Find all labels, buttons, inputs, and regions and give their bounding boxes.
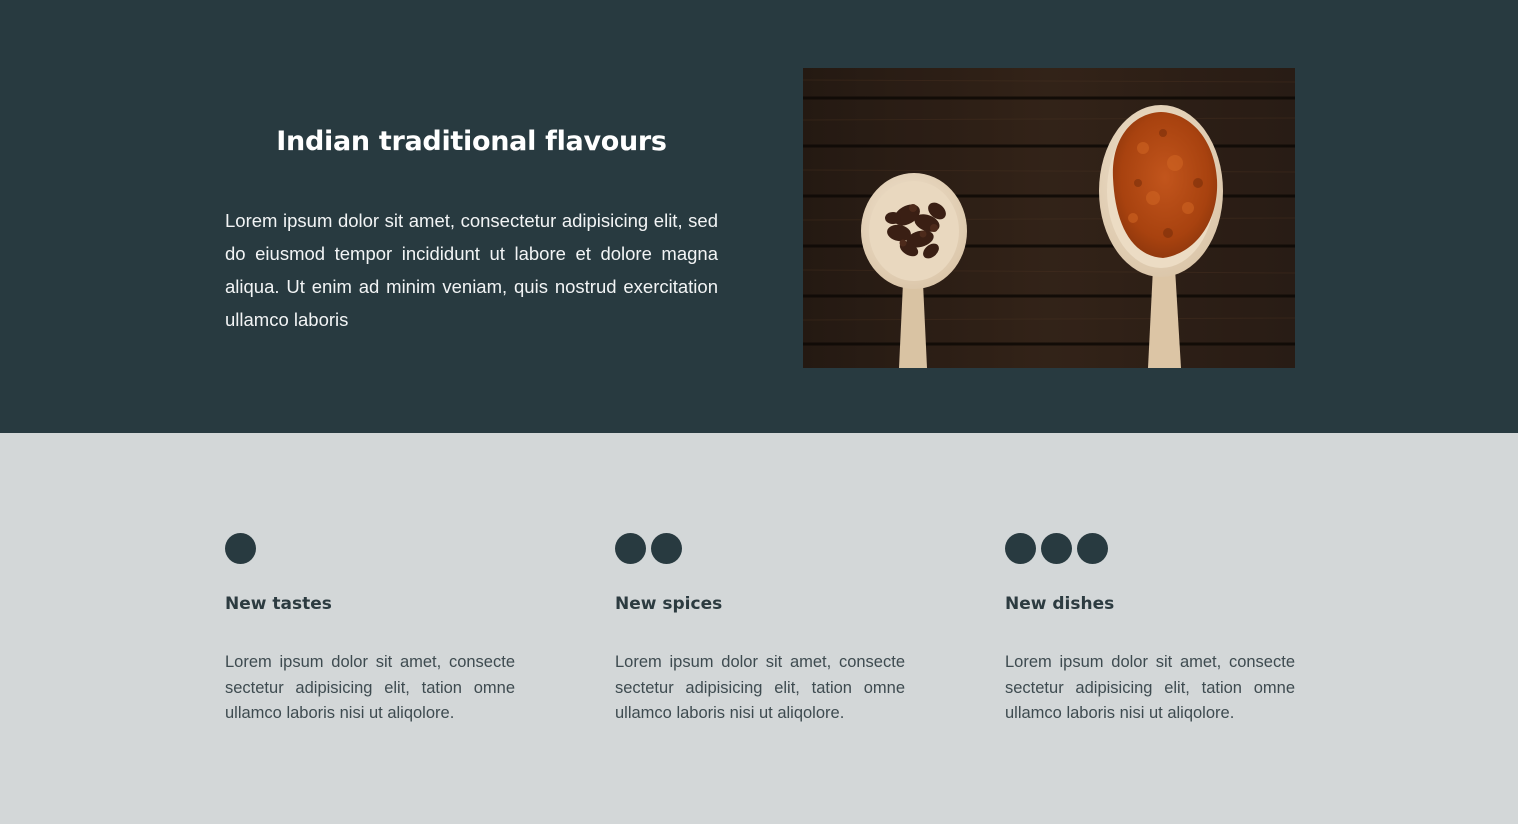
feature-title: New dishes xyxy=(1005,594,1115,614)
feature-description: Lorem ipsum dolor sit amet, consecte sec… xyxy=(1005,653,1295,722)
feature-description: Lorem ipsum dolor sit amet, consecte sec… xyxy=(225,653,515,722)
feature-new-tastes: New tastes Lorem ipsum dolor sit amet, c… xyxy=(225,533,515,727)
feature-dots-three xyxy=(1005,533,1295,564)
features-section: New tastes Lorem ipsum dolor sit amet, c… xyxy=(0,433,1518,824)
spice-spoons-image xyxy=(803,68,1295,368)
dot-icon xyxy=(615,533,646,564)
feature-title: New tastes xyxy=(225,594,332,614)
feature-dots-one xyxy=(225,533,515,564)
feature-dots-two xyxy=(615,533,905,564)
feature-new-spices: New spices Lorem ipsum dolor sit amet, c… xyxy=(615,533,905,727)
dot-icon xyxy=(651,533,682,564)
hero-title: Indian traditional flavours xyxy=(276,126,667,157)
feature-title: New spices xyxy=(615,594,723,614)
dot-icon xyxy=(225,533,256,564)
dot-icon xyxy=(1005,533,1036,564)
feature-description: Lorem ipsum dolor sit amet, consecte sec… xyxy=(615,653,905,722)
hero-text-block: Indian traditional flavours Lorem ipsum … xyxy=(225,118,718,336)
dot-icon xyxy=(1077,533,1108,564)
hero-section: Indian traditional flavours Lorem ipsum … xyxy=(0,0,1518,433)
dot-icon xyxy=(1041,533,1072,564)
hero-description: Lorem ipsum dolor sit amet, consectetur … xyxy=(225,210,718,330)
feature-new-dishes: New dishes Lorem ipsum dolor sit amet, c… xyxy=(1005,533,1295,727)
